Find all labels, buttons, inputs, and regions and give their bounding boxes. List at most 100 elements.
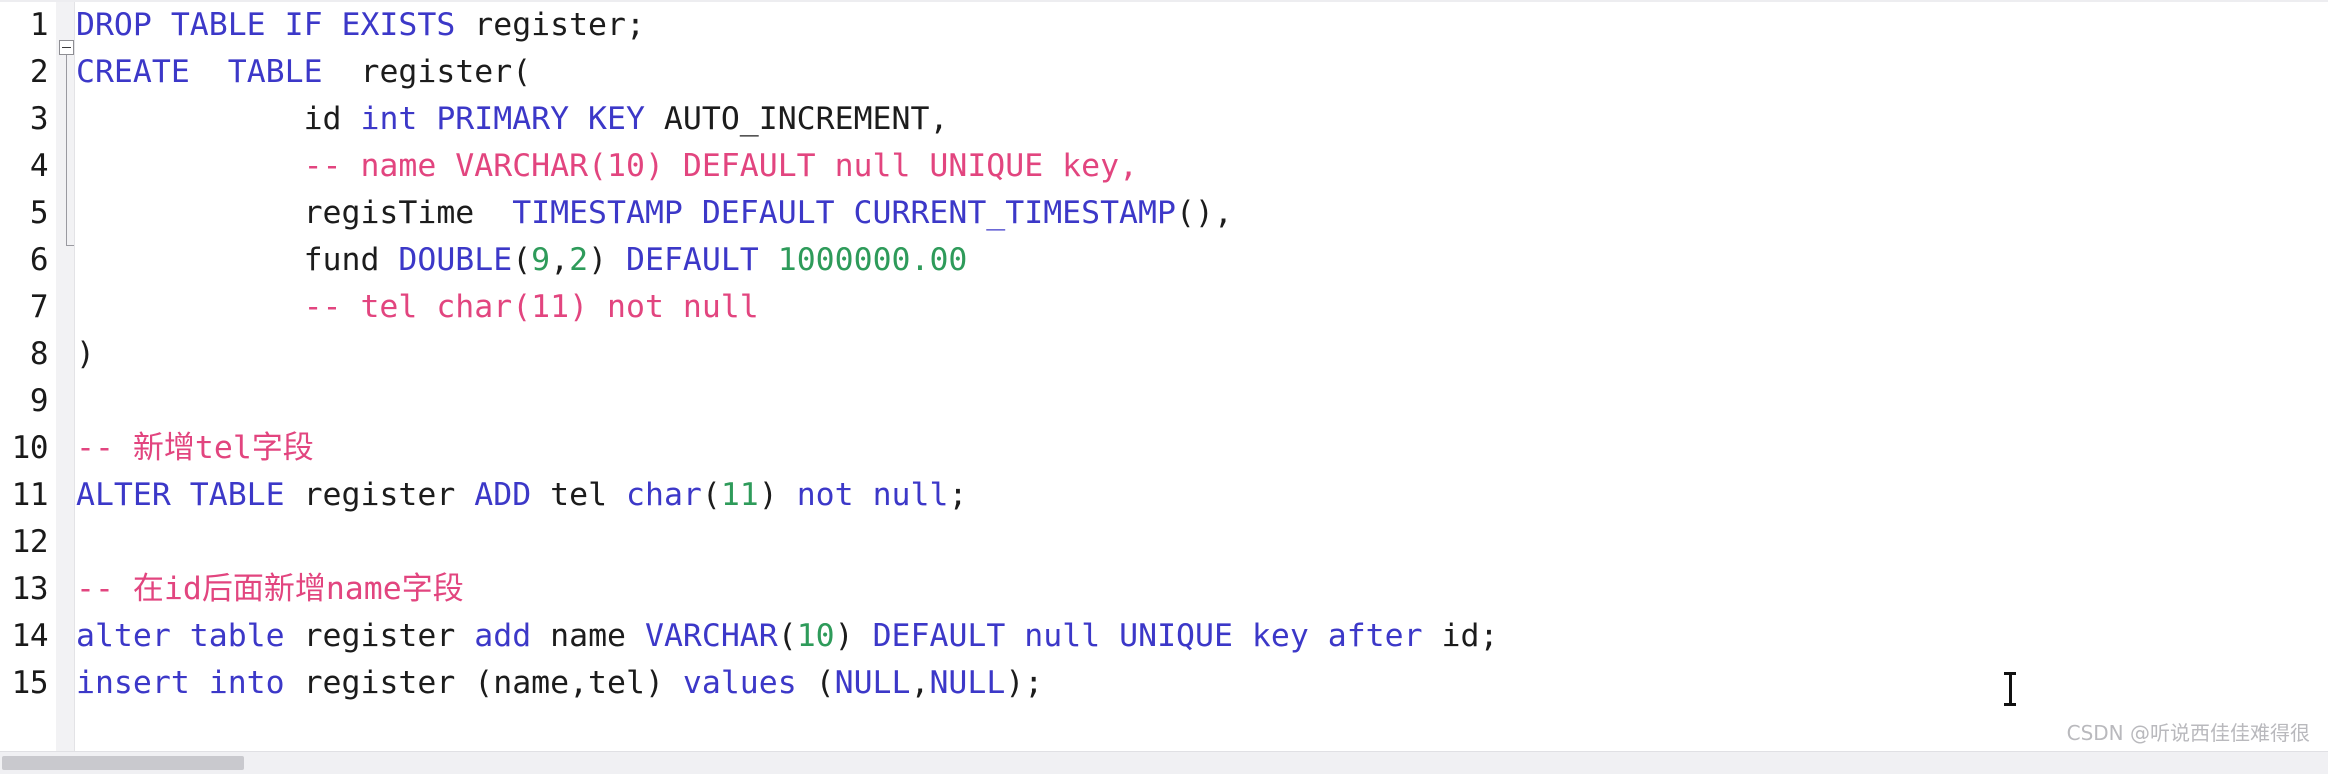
code-line[interactable]: regisTime TIMESTAMP DEFAULT CURRENT_TIME… — [76, 190, 1233, 237]
code-content-area[interactable]: DROP TABLE IF EXISTS register; CREATE TAB… — [76, 0, 2328, 752]
code-token: -- — [76, 571, 133, 607]
code-token: AUTO_INCREMENT, — [644, 101, 949, 137]
code-line[interactable]: CREATE TABLE register( — [76, 49, 531, 96]
code-token: , — [550, 242, 570, 278]
code-token: tel — [194, 430, 252, 466]
line-number: 4 — [29, 148, 49, 184]
code-line[interactable]: fund DOUBLE(9,2) DEFAULT 1000000.00 — [76, 237, 968, 284]
code-token: 9 — [531, 242, 551, 278]
code-token: ) — [76, 336, 95, 372]
line-number: 5 — [29, 195, 49, 231]
code-line[interactable]: -- name VARCHAR(10) DEFAULT null UNIQUE … — [76, 143, 1138, 190]
sql-code-editor[interactable]: 1 2 3 4 5 6 7 8 9 10 11 12 13 14 15 DROP TABLE IF EXIS… — [0, 0, 2328, 774]
code-token: 新增 — [132, 430, 195, 466]
line-number: 3 — [29, 101, 49, 137]
code-token: CREATE — [76, 54, 190, 90]
code-token: DROP TABLE IF EXISTS — [76, 7, 456, 43]
code-token: name — [531, 618, 645, 654]
code-token: VARCHAR — [644, 618, 778, 654]
code-token: NULL — [834, 665, 911, 701]
line-number: 6 — [29, 242, 49, 278]
line-number: 9 — [29, 383, 49, 419]
horizontal-scroll-thumb[interactable] — [2, 756, 244, 770]
code-token: DEFAULT — [626, 242, 759, 278]
code-token: , — [910, 665, 930, 701]
code-token: 10 — [796, 618, 835, 654]
fold-collapse-icon[interactable] — [59, 40, 74, 55]
fold-region-end-icon — [66, 245, 74, 246]
code-token: insert into — [76, 665, 285, 701]
code-token: add — [474, 618, 532, 654]
code-token: regisTime — [76, 195, 513, 231]
code-token: 字段 — [401, 571, 464, 607]
line-number: 2 — [29, 54, 49, 90]
code-folding-column[interactable] — [56, 0, 76, 752]
code-token: ( — [796, 665, 835, 701]
code-line[interactable]: insert into register (name,tel) values (… — [76, 660, 1043, 707]
code-token: ( — [512, 242, 532, 278]
code-token: ( — [701, 477, 721, 513]
code-token: DOUBLE — [398, 242, 513, 278]
code-token: register — [284, 477, 475, 513]
code-token: register; — [455, 7, 645, 43]
code-token: 11 — [720, 477, 759, 513]
code-token: -- name VARCHAR(10) DEFAULT null UNIQUE … — [303, 148, 1139, 184]
horizontal-scrollbar[interactable] — [0, 751, 2328, 774]
line-number: 15 — [11, 665, 49, 701]
code-token: fund — [76, 242, 399, 278]
code-token: alter table — [76, 618, 285, 654]
code-line[interactable]: id int PRIMARY KEY AUTO_INCREMENT, — [76, 96, 949, 143]
code-token: register (name,tel) — [284, 665, 683, 701]
code-token: ADD — [474, 477, 532, 513]
code-token: -- — [76, 430, 133, 466]
code-token: ) — [834, 618, 873, 654]
code-line[interactable]: ) — [76, 331, 95, 378]
code-token: 后面新增 — [201, 571, 326, 607]
code-token: ; — [948, 477, 968, 513]
code-token: id — [163, 571, 202, 607]
line-number: 14 — [11, 618, 49, 654]
code-token: tel — [531, 477, 627, 513]
line-number: 10 — [11, 430, 49, 466]
code-line[interactable]: alter table register add name VARCHAR(10… — [76, 613, 1498, 660]
code-token: ALTER TABLE — [76, 477, 285, 513]
editor-top-edge — [0, 0, 2328, 2]
code-token: NULL — [929, 665, 1006, 701]
code-token: ) — [758, 477, 797, 513]
code-token: DEFAULT null UNIQUE key after — [872, 618, 1423, 654]
code-token: (), — [1175, 195, 1233, 231]
csdn-watermark: CSDN @听说西佳佳难得很 — [2066, 721, 2310, 745]
code-line[interactable]: DROP TABLE IF EXISTS register; — [76, 2, 645, 49]
code-token: name — [325, 571, 402, 607]
line-number: 12 — [11, 524, 49, 560]
code-token: char — [626, 477, 702, 513]
code-line[interactable]: -- tel char(11) not null — [76, 284, 759, 331]
code-token: register — [284, 618, 475, 654]
fold-guide-line — [66, 55, 67, 245]
code-token: 在 — [132, 571, 164, 607]
code-token: ); — [1005, 665, 1044, 701]
line-number: 1 — [29, 7, 49, 43]
line-number: 8 — [29, 336, 49, 372]
code-token: ) — [588, 242, 627, 278]
code-token: id; — [1422, 618, 1499, 654]
code-token: values — [682, 665, 797, 701]
code-line[interactable]: ALTER TABLE register ADD tel char(11) no… — [76, 472, 967, 519]
code-token: TIMESTAMP DEFAULT CURRENT_TIMESTAMP — [512, 195, 1176, 231]
code-token: 2 — [569, 242, 589, 278]
line-number: 7 — [29, 289, 49, 325]
code-token: -- tel char(11) not null — [303, 289, 759, 325]
line-number-gutter: 1 2 3 4 5 6 7 8 9 10 11 12 13 14 15 — [0, 0, 56, 752]
code-line[interactable]: -- 在id后面新增name字段 — [76, 566, 464, 613]
code-token: 1000000.00 — [777, 242, 968, 278]
code-token: 字段 — [251, 430, 314, 466]
code-token: ( — [777, 618, 797, 654]
code-token: int PRIMARY KEY — [360, 101, 645, 137]
code-token: id — [76, 101, 361, 137]
code-token: register( — [322, 54, 532, 90]
code-line[interactable]: -- 新增tel字段 — [76, 425, 314, 472]
